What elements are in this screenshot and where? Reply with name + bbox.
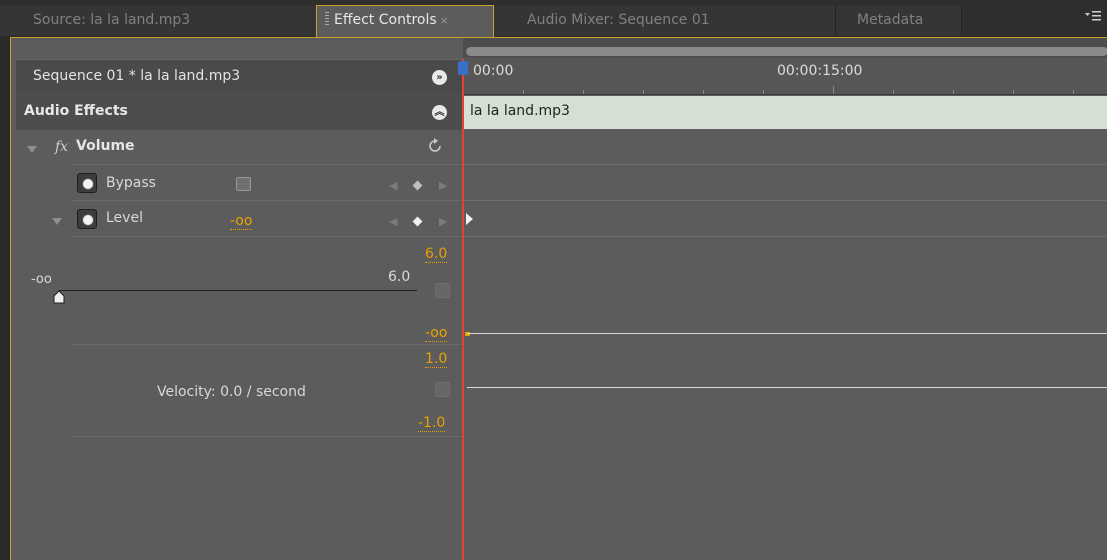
- ruler-tick: [953, 90, 954, 94]
- level-expand-triangle[interactable]: [52, 218, 62, 225]
- volume-expand-triangle[interactable]: [27, 146, 37, 153]
- audio-effects-header: Audio Effects ︽: [16, 93, 462, 130]
- level-keyframe-marker[interactable]: [466, 213, 473, 225]
- timeline-ruler[interactable]: 00:00 00:00:15:00: [463, 59, 1107, 95]
- timeline-zoom-bar: [463, 38, 1107, 58]
- timeline-row-divider: [463, 236, 1107, 237]
- timecode-start: 00:00: [473, 63, 514, 79]
- audio-effects-title: Audio Effects: [24, 103, 128, 119]
- collapse-section-icon[interactable]: ︽: [432, 105, 447, 120]
- row-divider: [71, 436, 462, 437]
- ruler-tick: [643, 90, 644, 94]
- row-divider: [71, 164, 462, 165]
- ruler-tick: [1073, 90, 1074, 94]
- level-value[interactable]: -oo: [230, 214, 253, 230]
- level-graph-max[interactable]: 6.0: [425, 247, 448, 263]
- tab-audio-mixer[interactable]: Audio Mixer: Sequence 01: [494, 6, 836, 36]
- clip-name: la la land.mp3: [470, 103, 570, 119]
- playhead-handle[interactable]: [458, 61, 468, 75]
- velocity-min[interactable]: -1.0: [418, 416, 446, 432]
- timeline-row-divider: [463, 200, 1107, 201]
- bypass-checkbox[interactable]: [236, 177, 251, 191]
- tab-audio-mixer-label: Audio Mixer: Sequence 01: [527, 12, 710, 28]
- tab-grip-icon[interactable]: [325, 12, 329, 26]
- volume-effect-label: Volume: [76, 138, 135, 154]
- reset-icon[interactable]: [427, 138, 443, 154]
- effect-controls-panel: Sequence 01 * la la land.mp3 » Audio Eff…: [10, 37, 1107, 560]
- ruler-tick: [763, 90, 764, 94]
- next-keyframe-icon[interactable]: ▶: [439, 179, 447, 192]
- ruler-tick: [583, 90, 584, 94]
- level-graph-line: [467, 333, 1107, 334]
- tab-close-icon[interactable]: ×: [440, 14, 449, 27]
- sequence-label: Sequence 01 * la la land.mp3: [33, 68, 241, 84]
- level-next-keyframe-icon[interactable]: ▶: [439, 215, 447, 228]
- row-divider: [71, 344, 462, 345]
- level-graph-min[interactable]: -oo: [425, 326, 448, 342]
- tab-source[interactable]: Source: la la land.mp3: [0, 6, 318, 36]
- slider-max-label: 6.0: [388, 269, 411, 285]
- ruler-tick: [1013, 90, 1014, 94]
- tab-effect-controls-label: Effect Controls: [334, 12, 437, 28]
- timeline-row-divider: [463, 164, 1107, 165]
- playhead-line[interactable]: [462, 59, 464, 560]
- sequence-header: Sequence 01 * la la land.mp3 »: [16, 59, 462, 93]
- level-stopwatch-icon[interactable]: [77, 209, 97, 229]
- ruler-tick: [703, 90, 704, 94]
- tab-effect-controls[interactable]: Effect Controls ×: [316, 5, 494, 38]
- tab-source-label: Source: la la land.mp3: [33, 12, 191, 28]
- velocity-label: Velocity: 0.0 / second: [157, 384, 306, 400]
- tab-metadata[interactable]: Metadata: [836, 6, 962, 36]
- level-slider-track[interactable]: [59, 290, 417, 291]
- panel-tab-bar: Source: la la land.mp3 Effect Controls × …: [0, 0, 1107, 38]
- ruler-tick: [833, 86, 834, 94]
- bypass-label: Bypass: [106, 175, 156, 191]
- panel-menu-icon[interactable]: [1085, 10, 1101, 25]
- show-hide-timeline-icon[interactable]: »: [432, 70, 447, 85]
- level-slider-thumb[interactable]: [53, 290, 65, 304]
- level-graph-toggle[interactable]: [435, 283, 450, 298]
- velocity-graph-toggle[interactable]: [435, 382, 450, 397]
- timeline-zoom-scrollbar[interactable]: [466, 47, 1107, 56]
- row-divider: [71, 236, 462, 237]
- fx-icon[interactable]: fx: [55, 139, 68, 155]
- velocity-max[interactable]: 1.0: [425, 352, 448, 368]
- add-keyframe-icon[interactable]: [412, 180, 423, 191]
- slider-min-label: -oo: [31, 272, 52, 287]
- level-label: Level: [106, 210, 143, 226]
- prev-keyframe-icon[interactable]: ◀: [389, 179, 397, 192]
- row-divider: [71, 200, 462, 201]
- ruler-tick: [523, 90, 524, 94]
- ruler-tick: [893, 90, 894, 94]
- velocity-graph-line: [467, 387, 1107, 388]
- level-prev-keyframe-icon[interactable]: ◀: [389, 215, 397, 228]
- bypass-stopwatch-icon[interactable]: [77, 173, 97, 193]
- tab-metadata-label: Metadata: [857, 12, 924, 28]
- level-add-keyframe-icon[interactable]: [412, 216, 423, 227]
- timecode-mid: 00:00:15:00: [777, 63, 863, 79]
- timeline-clip[interactable]: la la land.mp3: [463, 96, 1107, 129]
